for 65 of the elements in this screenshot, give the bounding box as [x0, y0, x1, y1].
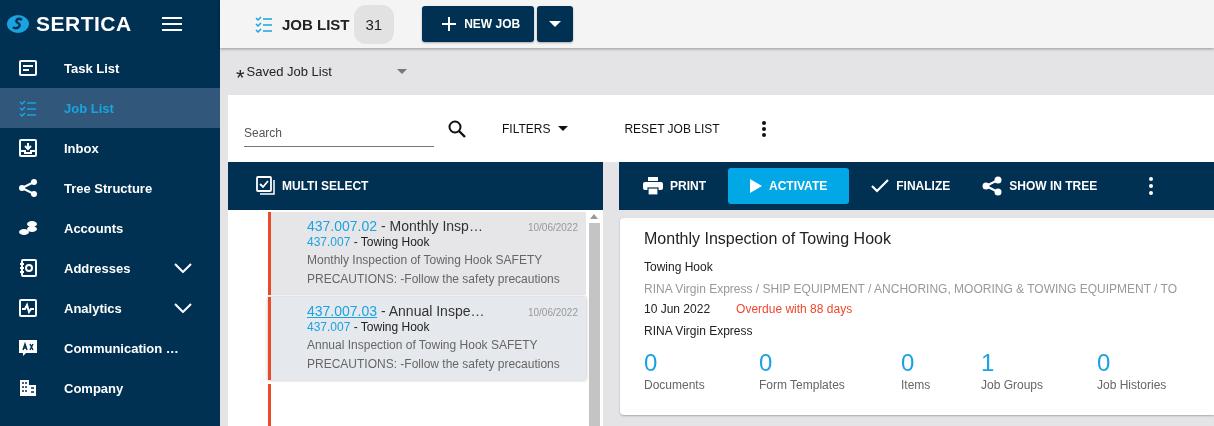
- menu-icon[interactable]: [161, 16, 182, 32]
- share-icon: [982, 176, 1003, 196]
- detail-title: Monthly Inspection of Towing Hook: [644, 230, 892, 248]
- job-description: Monthly Inspection of Towing Hook SAFETY PRECAUTIONS: -Follow the safety precautions: [307, 252, 561, 288]
- scroll-up-icon[interactable]: [590, 214, 598, 219]
- sidebar-item[interactable]: Analytics: [0, 288, 220, 328]
- sidebar-item[interactable]: Accounts: [0, 208, 220, 248]
- new-job-button[interactable]: NEW JOB: [422, 6, 535, 42]
- unsaved-marker: *: [236, 64, 245, 91]
- breadcrumb-path: RINA Virgin Express / SHIP EQUIPMENT / ANCHORING, MOORING & TOWING EQUIPMENT / TO: [644, 282, 1178, 296]
- inbox-icon: [18, 139, 38, 157]
- vessel-name: RINA Virgin Express: [644, 324, 754, 338]
- job-title: 437.007.02 - Monthly Insp…: [307, 218, 483, 234]
- share-icon: [18, 179, 38, 197]
- action-button[interactable]: FINALIZE: [861, 168, 961, 204]
- job-date: 10/06/2022: [527, 222, 578, 233]
- reset-job-list-button[interactable]: RESET JOB LIST: [618, 120, 726, 137]
- sidebar-item[interactable]: Tree Structure: [0, 168, 220, 208]
- component-name: Towing Hook: [644, 260, 714, 274]
- dropdown-button[interactable]: [537, 6, 574, 42]
- more-icon[interactable]: [761, 120, 766, 137]
- check-icon: [871, 179, 890, 193]
- search-icon[interactable]: [448, 119, 466, 138]
- stat-label: Form Templates: [759, 378, 846, 392]
- component-label: 437.007 - Towing Hook: [307, 235, 431, 249]
- stat-label: Job Histories: [1097, 378, 1167, 392]
- stat-label: Documents: [644, 378, 706, 392]
- job-title: 437.007.03 - Annual Inspe…: [307, 303, 485, 319]
- building-icon: [18, 379, 38, 397]
- app-logo: SERTICA: [36, 12, 132, 36]
- play-icon: [750, 179, 762, 193]
- sidebar-item[interactable]: Task List: [0, 48, 220, 88]
- sidebar-item[interactable]: Addresses: [0, 248, 220, 288]
- address-book-icon: [18, 259, 38, 277]
- page-title: JOB LIST: [282, 15, 350, 33]
- action-button[interactable]: PRINT: [633, 168, 716, 204]
- due-date: 10 Jun 2022: [644, 302, 711, 316]
- checklist-icon: [254, 14, 274, 34]
- filters-button[interactable]: FILTERS: [496, 120, 575, 137]
- job-date: 10/06/2022: [527, 307, 578, 318]
- caret-icon: [549, 21, 562, 27]
- sidebar-item[interactable]: Inbox: [0, 128, 220, 168]
- checkbox-stack-icon: [256, 176, 276, 196]
- coins-icon: [18, 219, 38, 237]
- caret-icon: [558, 126, 569, 131]
- plus-icon: [442, 17, 457, 31]
- component-label: 437.007 - Towing Hook: [307, 320, 431, 334]
- sidebar-item[interactable]: Company: [0, 368, 220, 408]
- overdue-label: Overdue with 88 days: [736, 302, 853, 316]
- printer-icon: [643, 177, 663, 195]
- multi-select-button[interactable]: MULTI SELECT: [250, 175, 375, 197]
- translate-icon: [18, 339, 38, 357]
- caret-icon: [396, 69, 407, 74]
- more-icon[interactable]: [1149, 177, 1154, 195]
- logo-icon: [6, 14, 30, 34]
- checklist-icon: [18, 99, 38, 117]
- count-badge: 31: [353, 4, 395, 44]
- job-description: Annual Inspection of Towing Hook SAFETY PRECAUTIONS: -Follow the safety precautions: [307, 337, 561, 373]
- pulse-chart-icon: [18, 299, 38, 317]
- saved-list-label: Saved Job List: [246, 64, 333, 79]
- action-button[interactable]: SHOW IN TREE: [972, 168, 1108, 204]
- list-card-icon: [18, 59, 38, 77]
- stat-label: Job Groups: [981, 378, 1045, 392]
- sidebar-item[interactable]: Communication …: [0, 328, 220, 368]
- stat-label: Items: [901, 378, 932, 392]
